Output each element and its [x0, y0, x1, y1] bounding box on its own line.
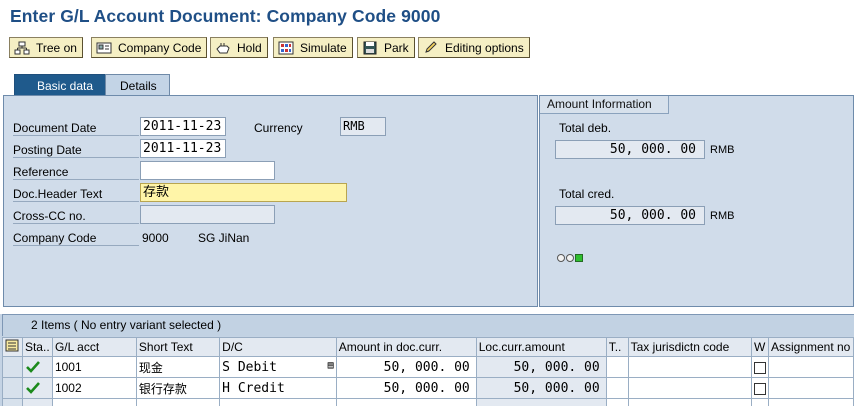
column-tax-code[interactable]: T.. [605, 337, 629, 357]
total-credit-field[interactable]: 50, 000. 00 [555, 206, 705, 225]
tax-jurisdiction-cell[interactable] [627, 356, 752, 378]
company-icon [96, 41, 112, 55]
traffic-light-green-icon [575, 254, 583, 262]
status-cell [21, 377, 53, 399]
w-cell[interactable] [750, 356, 769, 378]
table-row: 1002 银行存款 H Credit 50, 000. 00 50, 000. … [2, 377, 854, 399]
application-toolbar: Tree on Company Code Hold Simulate Park … [0, 34, 854, 62]
doc-header-text-input[interactable]: 存款 [140, 183, 347, 202]
value-help-icon[interactable]: ▤ [328, 360, 334, 371]
amount-doc-cell[interactable]: 50, 000. 00 [335, 356, 477, 378]
total-credit-label: Total cred. [559, 187, 615, 201]
gl-acct-cell[interactable]: 1001 [51, 356, 137, 378]
loc-amount-cell[interactable]: 50, 000. 00 [475, 377, 607, 399]
assignment-cell[interactable] [767, 377, 854, 399]
loc-amount-cell[interactable]: 50, 000. 00 [475, 356, 607, 378]
green-check-icon [26, 361, 40, 374]
column-tax-jurisdiction[interactable]: Tax jurisdictn code [627, 337, 752, 357]
dc-cell[interactable]: S Debit ▤ [219, 356, 337, 378]
simulate-button[interactable]: Simulate [273, 37, 353, 58]
total-credit-currency: RMB [710, 210, 735, 222]
column-assignment[interactable]: Assignment no [767, 337, 854, 357]
dc-cell[interactable]: H Credit [219, 377, 337, 399]
hold-button[interactable]: Hold [210, 37, 268, 58]
traffic-light-off-icon [557, 254, 565, 262]
tax-code-cell[interactable] [605, 356, 629, 378]
column-gl-acct[interactable]: G/L acct [51, 337, 137, 357]
total-debit-field[interactable]: 50, 000. 00 [555, 140, 705, 159]
hold-hand-icon [215, 41, 231, 55]
company-code-label: Company Code [13, 231, 139, 246]
select-all-icon[interactable] [2, 337, 23, 357]
short-text-cell[interactable]: 现金 [135, 356, 221, 378]
tab-basic-data[interactable]: Basic data [14, 74, 111, 97]
gl-acct-cell[interactable]: 1002 [51, 377, 137, 399]
tabstrip: Basic data Details [0, 62, 854, 97]
column-loc-amount[interactable]: Loc.curr.amount [475, 337, 607, 357]
reference-label: Reference [13, 165, 139, 180]
tree-icon [14, 41, 30, 55]
balance-traffic-light [557, 254, 584, 262]
amount-doc-cell[interactable]: 50, 000. 00 [335, 377, 477, 399]
total-debit-currency: RMB [710, 144, 735, 156]
reference-input[interactable] [140, 161, 275, 180]
row-selector[interactable] [2, 356, 23, 378]
page-title: Enter G/L Account Document: Company Code… [10, 6, 441, 26]
green-check-icon [26, 382, 40, 395]
row-selector[interactable] [2, 398, 23, 406]
column-dc[interactable]: D/C [219, 337, 337, 357]
currency-field[interactable]: RMB [340, 117, 386, 136]
posting-date-label: Posting Date [13, 143, 139, 158]
traffic-light-off-icon [566, 254, 574, 262]
tab-details[interactable]: Details [105, 74, 170, 97]
row-selector[interactable] [2, 377, 23, 399]
grid-title: 2 Items ( No entry variant selected ) [2, 314, 854, 336]
company-name-value: SG JiNan [198, 231, 250, 245]
column-status[interactable]: Sta.. [21, 337, 53, 357]
company-code-value: 9000 [142, 231, 169, 245]
basic-data-panel: Document Date 2011-11-23 Currency RMB Po… [3, 95, 538, 307]
posting-date-input[interactable]: 2011-11-23 [140, 139, 226, 158]
cross-cc-label: Cross-CC no. [13, 209, 139, 224]
document-date-input[interactable]: 2011-11-23 [140, 117, 226, 136]
items-grid: 2 Items ( No entry variant selected ) St… [0, 314, 854, 406]
table-row: 1001 现金 S Debit ▤ 50, 000. 00 50, 000. 00 [2, 356, 854, 378]
tax-jurisdiction-cell[interactable] [627, 377, 752, 399]
status-cell [21, 356, 53, 378]
editing-options-button[interactable]: Editing options [418, 37, 530, 58]
checkbox[interactable] [753, 361, 766, 374]
column-w[interactable]: W [750, 337, 769, 357]
tree-on-button[interactable]: Tree on [9, 37, 83, 58]
total-debit-label: Total deb. [559, 121, 612, 135]
amount-information-title: Amount Information [540, 96, 669, 114]
table-row-empty [2, 398, 854, 406]
column-amount-doc[interactable]: Amount in doc.curr. [335, 337, 477, 357]
doc-header-text-label: Doc.Header Text [13, 187, 139, 202]
cross-cc-input[interactable] [140, 205, 275, 224]
w-cell[interactable] [750, 377, 769, 399]
currency-label: Currency [254, 121, 303, 135]
title-bar: Enter G/L Account Document: Company Code… [0, 0, 854, 34]
column-short-text[interactable]: Short Text [135, 337, 221, 357]
pencil-icon [423, 40, 439, 55]
document-date-label: Document Date [13, 121, 139, 136]
assignment-cell[interactable] [767, 356, 854, 378]
table-header-row: Sta.. G/L acct Short Text D/C Amount in … [2, 337, 854, 357]
checkbox[interactable] [753, 382, 766, 395]
park-button[interactable]: Park [357, 37, 415, 58]
simulate-icon [278, 41, 294, 55]
save-disk-icon [362, 41, 378, 55]
short-text-cell[interactable]: 银行存款 [135, 377, 221, 399]
items-table: Sta.. G/L acct Short Text D/C Amount in … [2, 337, 854, 406]
tax-code-cell[interactable] [605, 377, 629, 399]
company-code-button[interactable]: Company Code [91, 37, 208, 58]
amount-information-panel: Amount Information Total deb. 50, 000. 0… [539, 95, 854, 307]
